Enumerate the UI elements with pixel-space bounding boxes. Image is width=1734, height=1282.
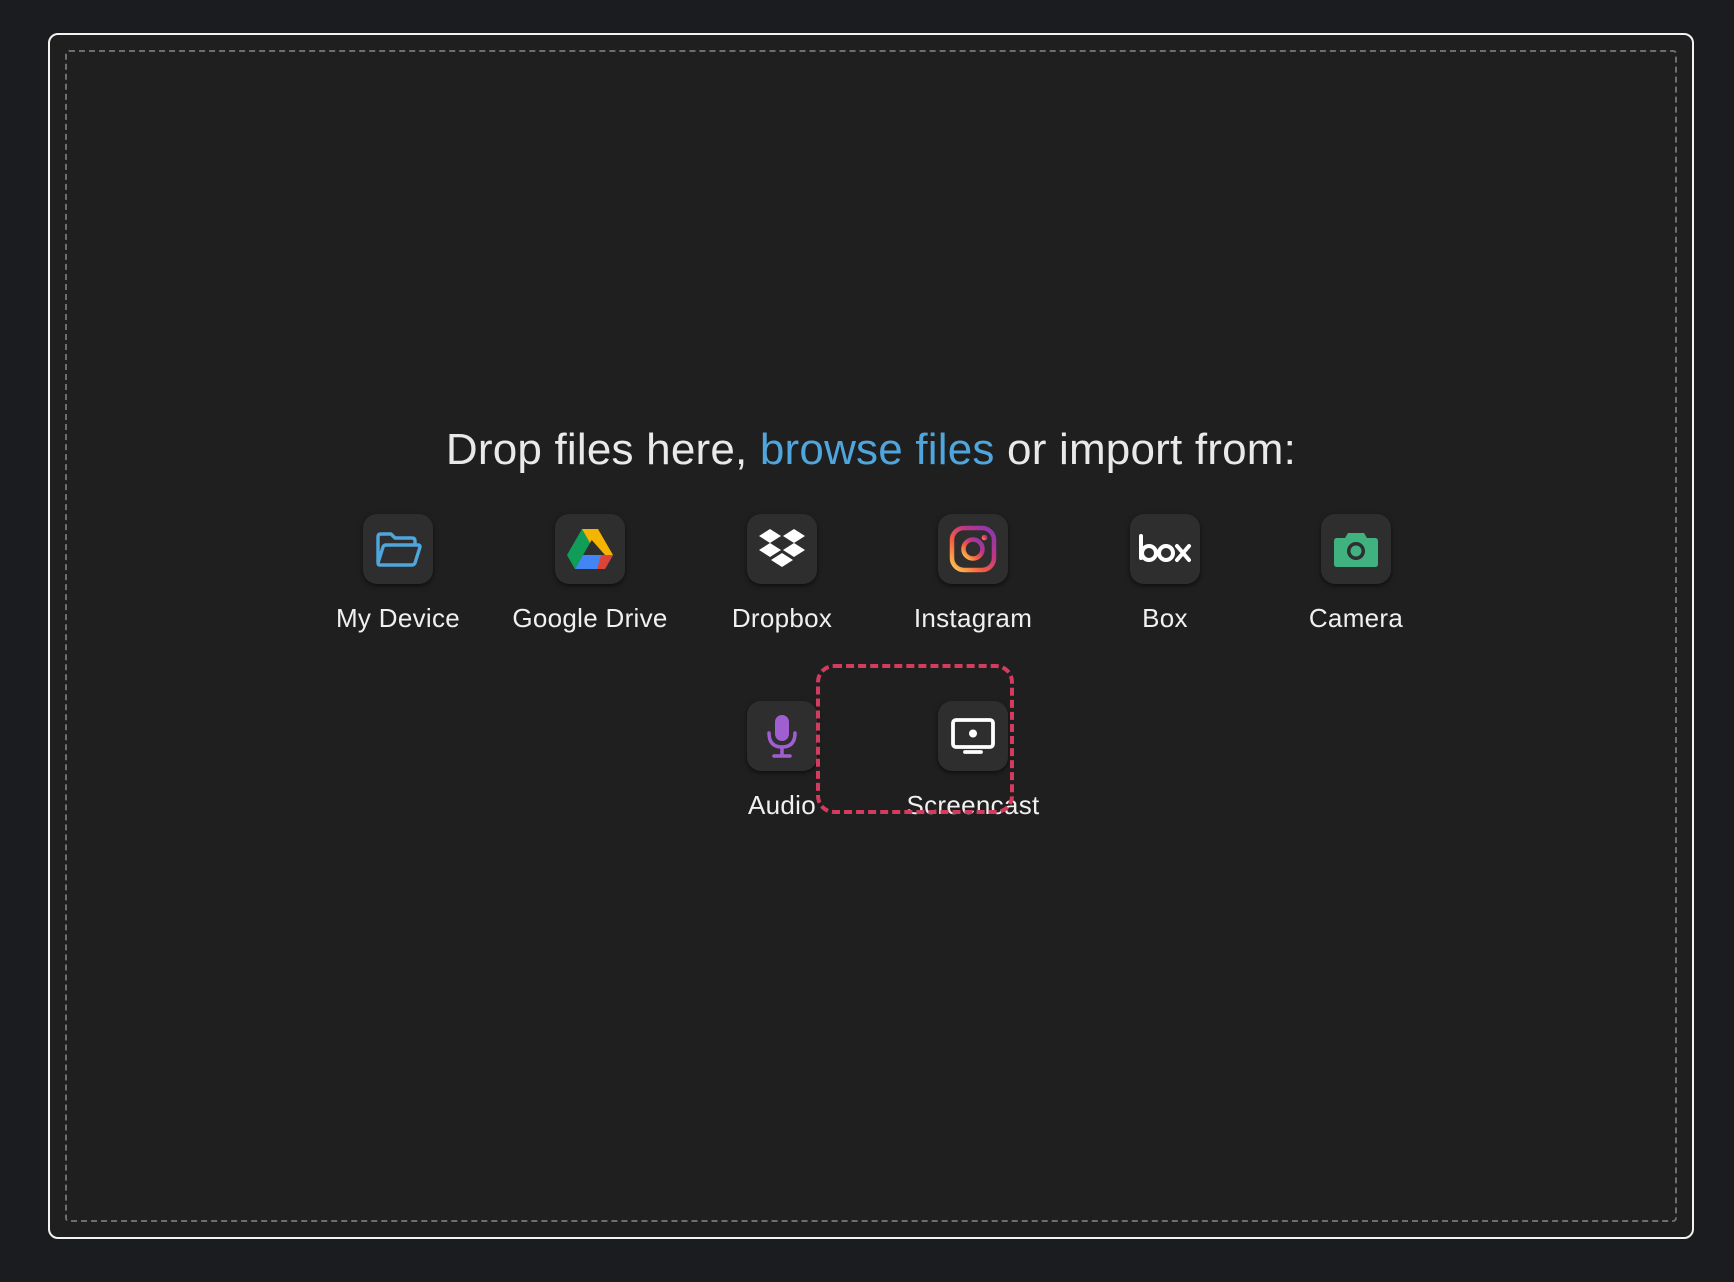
source-tile[interactable] — [938, 514, 1008, 584]
source-label: My Device — [335, 603, 461, 633]
source-tile[interactable] — [747, 701, 817, 771]
source-tile[interactable] — [938, 701, 1008, 771]
microphone-icon — [767, 715, 797, 758]
instagram-icon — [949, 525, 997, 573]
source-label: Camera — [1308, 603, 1404, 633]
google-drive-icon — [567, 529, 613, 569]
drop-instructions: Drop files here, browse files or import … — [67, 425, 1675, 475]
source-label: Box — [1142, 603, 1188, 633]
source-google-drive[interactable]: Google Drive — [500, 514, 680, 644]
source-dropbox[interactable]: Dropbox — [692, 514, 872, 644]
source-label: Screencast — [906, 790, 1040, 820]
screen-icon — [951, 718, 995, 754]
source-my-device[interactable]: My Device — [308, 514, 488, 644]
source-tile[interactable] — [1321, 514, 1391, 584]
browse-files-link[interactable]: browse files — [760, 425, 995, 474]
source-tile[interactable] — [747, 514, 817, 584]
source-box[interactable]: Box — [1075, 514, 1255, 644]
source-tile[interactable] — [363, 514, 433, 584]
source-tile[interactable] — [1130, 514, 1200, 584]
source-instagram[interactable]: Instagram — [883, 514, 1063, 644]
box-icon — [1139, 534, 1191, 562]
source-camera[interactable]: Camera — [1266, 514, 1446, 644]
upload-panel: Drop files here, browse files or import … — [48, 33, 1694, 1239]
folder-icon — [376, 532, 422, 567]
source-label: Dropbox — [731, 603, 833, 633]
drop-suffix-text: or import from: — [994, 425, 1297, 474]
drop-zone[interactable]: Drop files here, browse files or import … — [65, 50, 1677, 1222]
source-label: Instagram — [913, 603, 1033, 633]
source-label: Google Drive — [512, 603, 668, 633]
source-label: Audio — [748, 790, 816, 820]
source-tile[interactable] — [555, 514, 625, 584]
source-screencast[interactable]: Screencast — [883, 701, 1063, 831]
camera-icon — [1334, 533, 1378, 567]
source-audio[interactable]: Audio — [692, 701, 872, 831]
dropbox-icon — [759, 529, 805, 567]
drop-prefix-text: Drop files here, — [445, 425, 760, 474]
